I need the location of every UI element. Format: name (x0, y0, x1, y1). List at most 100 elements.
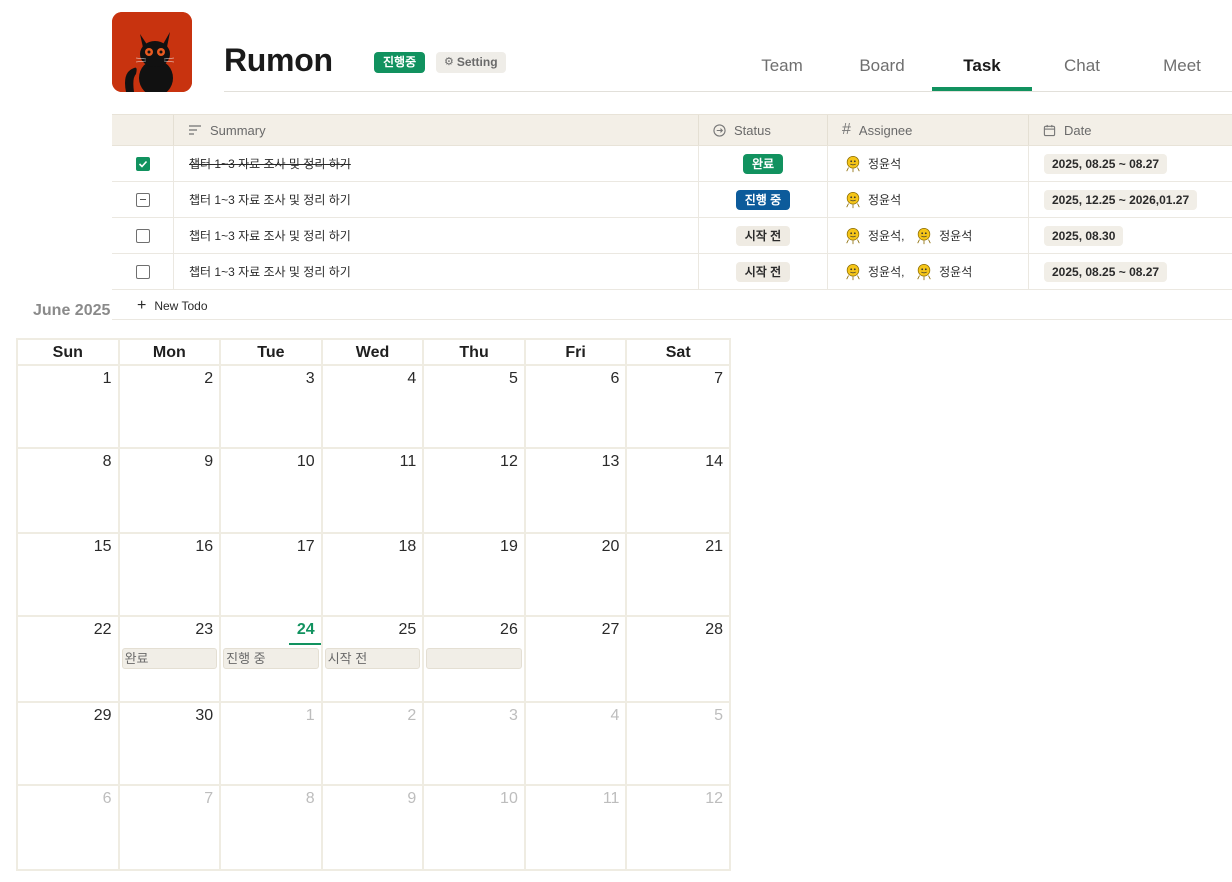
day-number: 1 (305, 707, 315, 724)
weekday-label: Tue (221, 340, 323, 366)
calendar-event[interactable]: 시작 전 (324, 648, 421, 669)
calendar-day[interactable]: 7 (120, 786, 222, 869)
summary-cell[interactable]: 챕터 1~3 자료 조사 및 정리 하기 (174, 218, 699, 253)
tab-meet[interactable]: Meet (1132, 48, 1232, 91)
calendar-day[interactable]: 4 (526, 703, 628, 784)
assignee-chip[interactable]: 정윤석, (844, 263, 911, 281)
summary-cell[interactable]: 챕터 1~3 자료 조사 및 정리 하기 (174, 182, 699, 217)
calendar-day[interactable]: 25 시작 전 (323, 617, 425, 701)
tab-chat[interactable]: Chat (1032, 48, 1132, 91)
assignee-chip[interactable]: 정윤석, (844, 227, 911, 245)
calendar-day[interactable]: 1 (221, 703, 323, 784)
calendar-day[interactable]: 24 진행 중 (221, 617, 323, 701)
calendar-day[interactable]: 8 (18, 449, 120, 532)
calendar-day[interactable]: 6 (18, 786, 120, 869)
calendar-day[interactable]: 10 (221, 449, 323, 532)
status-pill: 완료 (742, 153, 784, 174)
checkbox-column-header (112, 115, 174, 145)
calendar-day[interactable]: 9 (120, 449, 222, 532)
calendar-day[interactable]: 11 (323, 449, 425, 532)
calendar-day[interactable]: 29 (18, 703, 120, 784)
date-pill: 2025, 08.30 (1044, 225, 1124, 246)
calendar-day[interactable]: 18 (323, 534, 425, 615)
assignee-name: 정윤석 (868, 229, 902, 243)
row-checkbox[interactable] (135, 264, 150, 279)
table-row[interactable]: 챕터 1~3 자료 조사 및 정리 하기 진행 중 정윤석 2025, 12.25 ~… (112, 182, 1232, 218)
calendar-day[interactable]: 12 (424, 449, 526, 532)
date-cell[interactable]: 2025, 08.25 ~ 08.27 (1029, 254, 1232, 289)
tab-team[interactable]: Team (732, 48, 832, 91)
calendar-day[interactable]: 20 (526, 534, 628, 615)
calendar-day[interactable]: 5 (424, 366, 526, 447)
table-row[interactable]: 챕터 1~3 자료 조사 및 정리 하기 시작 전 정윤석, 정윤석 2025, 08… (112, 254, 1232, 290)
row-checkbox[interactable] (135, 156, 150, 171)
status-cell[interactable]: 시작 전 (699, 254, 828, 289)
table-row[interactable]: 챕터 1~3 자료 조사 및 정리 하기 완료 정윤석 2025, 08.25 ~ 0… (112, 146, 1232, 182)
row-checkbox[interactable] (135, 192, 150, 207)
calendar-day[interactable]: 5 (627, 703, 729, 784)
day-number: 12 (500, 453, 518, 470)
calendar-day[interactable]: 2 (120, 366, 222, 447)
calendar-event[interactable]: 진행 중 (223, 648, 319, 669)
calendar-day[interactable]: 14 (627, 449, 729, 532)
status-cell[interactable]: 완료 (699, 146, 828, 181)
assignee-chip[interactable]: 정윤석 (915, 263, 972, 281)
assignee-cell[interactable]: 정윤석 (828, 182, 1029, 217)
calendar-day[interactable]: 12 (627, 786, 729, 869)
status-cell[interactable]: 진행 중 (699, 182, 828, 217)
calendar-day[interactable]: 28 (627, 617, 729, 701)
calendar-day[interactable]: 30 (120, 703, 222, 784)
calendar-day[interactable]: 10 (424, 786, 526, 869)
tab-bar: Team Board Task Chat Meet (732, 48, 1232, 91)
calendar-day[interactable]: 19 (424, 534, 526, 615)
calendar-day[interactable]: 23 완료 (120, 617, 222, 701)
date-cell[interactable]: 2025, 08.25 ~ 08.27 (1029, 146, 1232, 181)
assignee-cell[interactable]: 정윤석, 정윤석 (828, 254, 1029, 289)
calendar-day[interactable]: 6 (526, 366, 628, 447)
calendar-day[interactable]: 3 (221, 366, 323, 447)
table-row[interactable]: 챕터 1~3 자료 조사 및 정리 하기 시작 전 정윤석, 정윤석 2025, 08… (112, 218, 1232, 254)
day-number: 21 (705, 538, 723, 555)
calendar-day[interactable]: 22 (18, 617, 120, 701)
calendar-day[interactable]: 4 (323, 366, 425, 447)
day-number: 9 (407, 790, 417, 807)
calendar-day[interactable]: 27 (526, 617, 628, 701)
assignee-cell[interactable]: 정윤석, 정윤석 (828, 218, 1029, 253)
status-column-header[interactable]: Status (699, 115, 828, 145)
calendar-day[interactable]: 13 (526, 449, 628, 532)
date-column-header[interactable]: Date (1029, 115, 1232, 145)
weekday-label: Thu (424, 340, 526, 366)
calendar-day[interactable]: 3 (424, 703, 526, 784)
date-pill: 2025, 12.25 ~ 2026,01.27 (1044, 189, 1198, 210)
tab-task[interactable]: Task (932, 48, 1032, 91)
assignee-cell[interactable]: 정윤석 (828, 146, 1029, 181)
calendar-day[interactable]: 2 (323, 703, 425, 784)
assignee-column-header[interactable]: # Assignee (828, 115, 1029, 145)
calendar-day[interactable]: 9 (323, 786, 425, 869)
status-cell[interactable]: 시작 전 (699, 218, 828, 253)
calendar-day[interactable]: 15 (18, 534, 120, 615)
day-number: 3 (305, 370, 315, 387)
setting-button[interactable]: ⚙ Setting (436, 52, 506, 73)
calendar-day[interactable]: 17 (221, 534, 323, 615)
calendar-day[interactable]: 21 (627, 534, 729, 615)
row-checkbox[interactable] (135, 228, 150, 243)
date-cell[interactable]: 2025, 08.30 (1029, 218, 1232, 253)
calendar-event[interactable]: 완료 (121, 648, 218, 669)
calendar-day[interactable]: 16 (120, 534, 222, 615)
assignee-chip[interactable]: 정윤석 (844, 191, 901, 209)
tab-board[interactable]: Board (832, 48, 932, 91)
calendar-day[interactable]: 11 (526, 786, 628, 869)
calendar-day[interactable]: 1 (18, 366, 120, 447)
calendar-day[interactable]: 8 (221, 786, 323, 869)
calendar-day[interactable]: 26 (424, 617, 526, 701)
assignee-chip[interactable]: 정윤석 (915, 227, 972, 245)
assignee-chip[interactable]: 정윤석 (844, 155, 901, 173)
summary-cell[interactable]: 챕터 1~3 자료 조사 및 정리 하기 (174, 146, 699, 181)
calendar-day[interactable]: 7 (627, 366, 729, 447)
calendar-event[interactable] (426, 648, 522, 669)
new-todo-button[interactable]: + New Todo (137, 297, 208, 315)
summary-cell[interactable]: 챕터 1~3 자료 조사 및 정리 하기 (174, 254, 699, 289)
date-cell[interactable]: 2025, 12.25 ~ 2026,01.27 (1029, 182, 1232, 217)
summary-column-header[interactable]: Summary (174, 115, 699, 145)
